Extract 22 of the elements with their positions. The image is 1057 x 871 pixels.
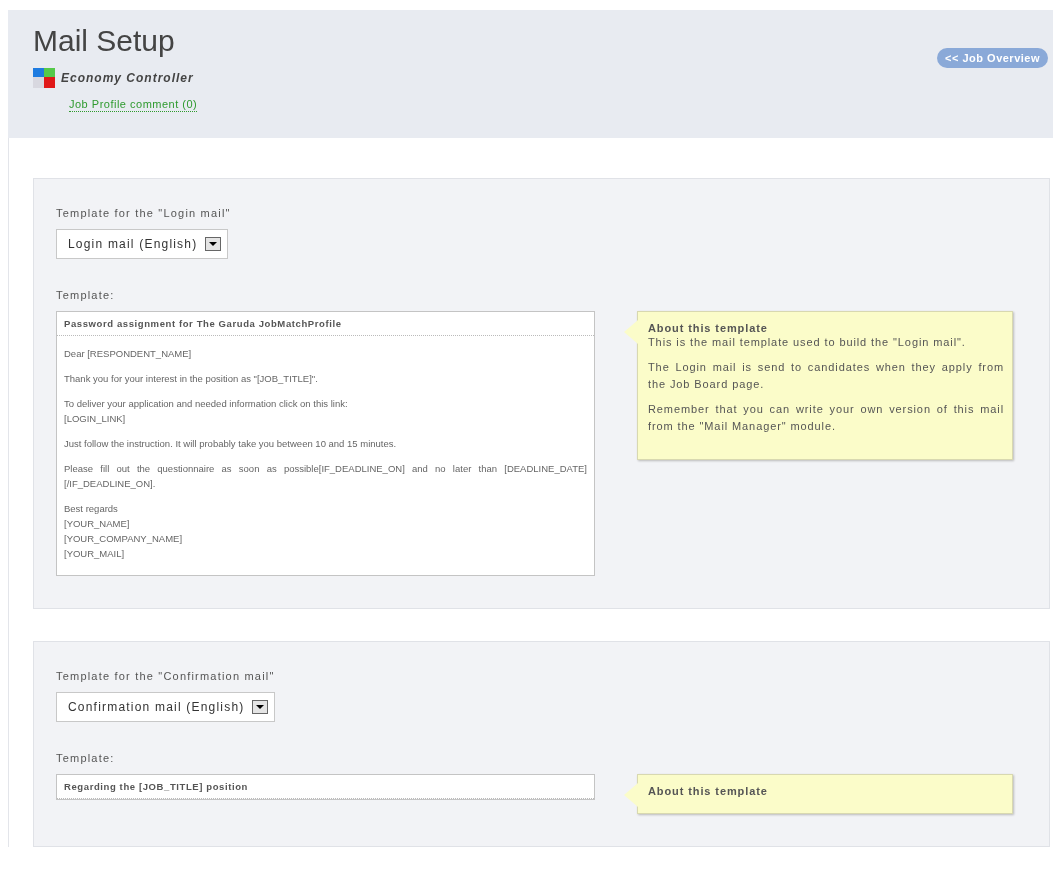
page-title: Mail Setup <box>33 24 176 58</box>
mail-paragraph: Dear [RESPONDENT_NAME] <box>64 347 193 361</box>
colored-squares-icon <box>33 68 55 88</box>
template-label: Template for the "Login mail" <box>56 207 232 219</box>
profile-name: Economy Controller <box>61 71 194 85</box>
mail-paragraph: To deliver your application and needed information click on this link: [LOGIN_LINK] <box>64 397 349 426</box>
tooltip-text: The Login mail is send to candidates when they apply from the Job Board page. <box>648 360 1004 392</box>
template-heading: Template: <box>56 289 116 301</box>
mail-paragraph: Thank you for your interest in the position as "[JOB_TITLE]". <box>64 372 319 386</box>
tooltip-title: About this template <box>648 322 769 334</box>
tooltip-text: This is the mail template used to build the "Login mail". <box>648 335 967 350</box>
tooltip-title: About this template <box>648 785 769 797</box>
mail-paragraph: Best regards [YOUR_NAME] [YOUR_COMPANY_NAME] [YOUR_MAIL] <box>64 502 184 561</box>
mail-paragraph: Please fill out the questionnaire as soon as possible[IF_DEADLINE_ON] and no later than [DEADLINE_DATE][/IF_DEADLINE_ON]. <box>64 462 587 491</box>
mail-subject: Regarding the [JOB_TITLE] position <box>57 775 594 799</box>
mail-subject: Password assignment for The Garuda JobMatchProfile <box>57 312 594 336</box>
template-select[interactable]: Login mail (English) <box>56 229 229 259</box>
mail-paragraph: Just follow the instruction. It will probably take you between 10 and 15 minutes. <box>64 437 398 451</box>
tooltip-text: Remember that you can write your own version of this mail from the "Mail Manager" module. <box>648 402 1004 434</box>
template-label: Template for the "Confirmation mail" <box>56 670 276 682</box>
template-select[interactable]: Confirmation mail (English) <box>56 692 276 722</box>
template-heading: Template: <box>56 752 116 764</box>
